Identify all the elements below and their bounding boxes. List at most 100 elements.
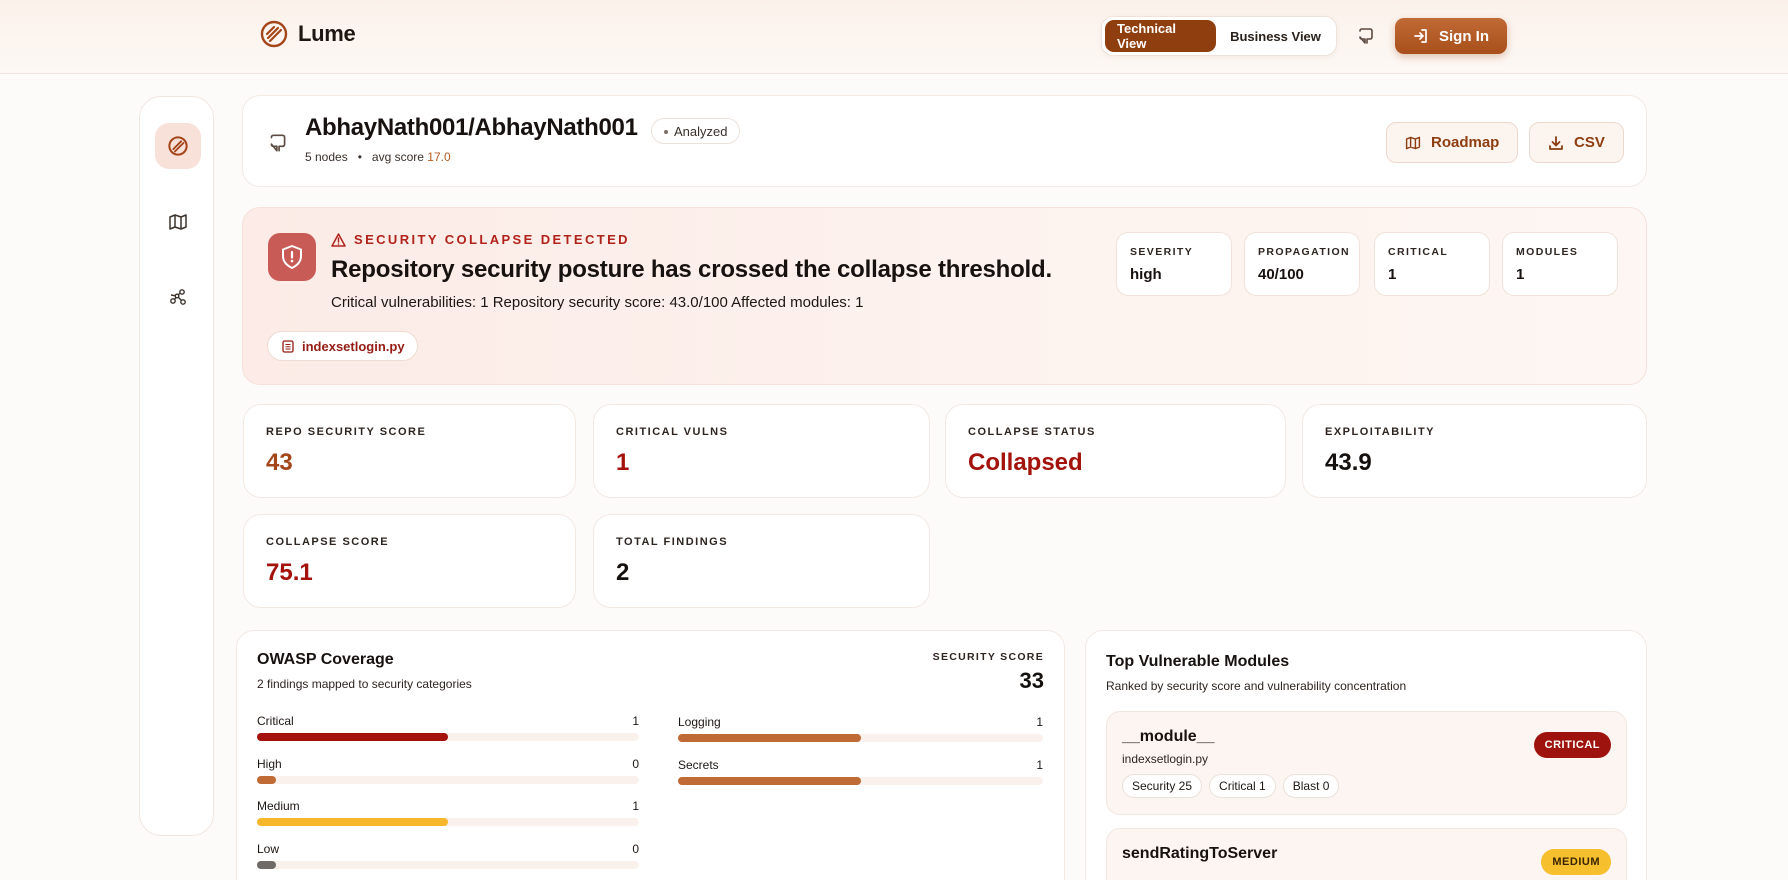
stat-value: 1	[1388, 266, 1397, 283]
bar-track	[257, 776, 639, 784]
bar-label: Secrets	[678, 758, 719, 772]
bar-label: Logging	[678, 715, 721, 729]
stat-label: PROPAGATION	[1258, 246, 1351, 258]
module-tag: Security 25	[1122, 774, 1203, 798]
download-icon	[1549, 135, 1563, 150]
bar-track	[257, 818, 639, 826]
module-tag: Critical 1	[1209, 774, 1276, 798]
module-tags: Security 25 Critical 1 Blast 0	[1122, 774, 1340, 798]
critical-stat: CRITICAL 1	[1374, 232, 1490, 296]
repo-meta: 5 nodes • avg score 17.0	[305, 150, 451, 164]
graph-nodes-icon	[170, 289, 186, 305]
bar-count: 0	[632, 842, 639, 856]
roadmap-button[interactable]: Roadmap	[1386, 122, 1519, 163]
shield-alert-icon	[268, 233, 316, 281]
bar-label: Critical	[257, 714, 294, 728]
sidebar-item-home[interactable]	[155, 123, 201, 169]
bar-count: 1	[632, 799, 639, 813]
bar-count: 1	[632, 714, 639, 728]
map-icon	[169, 214, 187, 230]
bar-count: 0	[632, 757, 639, 771]
module-tag: Blast 0	[1282, 774, 1340, 798]
lume-logo-icon	[260, 20, 288, 48]
severity-stat: SEVERITY high	[1116, 232, 1232, 296]
github-icon[interactable]	[1356, 26, 1376, 46]
bar-fill	[257, 861, 277, 869]
roadmap-label: Roadmap	[1431, 134, 1500, 151]
metric-label: REPO SECURITY SCORE	[266, 426, 427, 438]
owasp-title: OWASP Coverage	[257, 651, 394, 668]
stat-label: MODULES	[1516, 246, 1579, 258]
bar-fill	[257, 733, 448, 741]
module-card[interactable]: __module__ indexsetlogin.py Security 25 …	[1106, 711, 1627, 815]
metric-label: COLLAPSE STATUS	[968, 426, 1096, 438]
stat-value: high	[1130, 266, 1162, 283]
collapse-score-card: COLLAPSE SCORE 75.1	[243, 514, 576, 608]
alert-title: Repository security posture has crossed …	[331, 256, 1052, 283]
bar-label: High	[257, 757, 282, 771]
owasp-coverage-panel: OWASP Coverage 2 findings mapped to secu…	[236, 630, 1065, 880]
stat-value: 40/100	[1258, 266, 1304, 283]
modules-subtitle: Ranked by security score and vulnerabili…	[1106, 679, 1407, 693]
critical-vulns-card: CRITICAL VULNS 1	[593, 404, 930, 498]
map-icon	[1405, 136, 1421, 149]
brand[interactable]: Lume	[260, 20, 356, 48]
sign-in-label: Sign In	[1439, 27, 1489, 45]
module-name: sendRatingToServer	[1122, 845, 1278, 862]
bar-count: 1	[1036, 758, 1043, 772]
bar-fill	[257, 818, 448, 826]
warning-triangle-icon	[331, 232, 346, 247]
collapse-status-card: COLLAPSE STATUS Collapsed	[945, 404, 1286, 498]
bar-label: Medium	[257, 799, 300, 813]
repo-header-card: AbhayNath001/AbhayNath001 Analyzed 5 nod…	[242, 95, 1647, 187]
bar-fill	[257, 776, 277, 784]
total-findings-card: TOTAL FINDINGS 2	[593, 514, 930, 608]
metric-label: CRITICAL VULNS	[616, 426, 729, 438]
affected-file-chip[interactable]: indexsetlogin.py	[267, 331, 418, 361]
metric-value: Collapsed	[968, 449, 1083, 476]
metric-value: 2	[616, 559, 630, 586]
stat-label: CRITICAL	[1388, 246, 1449, 258]
module-file: indexsetlogin.py	[1122, 752, 1209, 766]
metric-value: 43.9	[1325, 449, 1372, 476]
security-score-value: 33	[1019, 668, 1044, 693]
brand-name: Lume	[298, 21, 356, 46]
metric-value: 75.1	[266, 559, 313, 586]
top-vulnerable-modules-panel: Top Vulnerable Modules Ranked by securit…	[1085, 630, 1647, 880]
top-navbar: Lume Technical View Business View Sign I…	[0, 0, 1788, 74]
github-icon	[270, 134, 286, 152]
bar-track	[257, 861, 639, 869]
bar-count: 1	[1036, 715, 1043, 729]
metric-label: COLLAPSE SCORE	[266, 536, 390, 548]
propagation-stat: PROPAGATION 40/100	[1244, 232, 1360, 296]
node-count: 5 nodes	[305, 150, 348, 164]
metric-value: 43	[266, 449, 293, 476]
sidebar	[139, 96, 214, 836]
stat-label: SEVERITY	[1130, 246, 1194, 258]
lume-logo-icon	[168, 136, 188, 156]
avg-score-label: avg score	[371, 150, 424, 164]
severity-badge: CRITICAL	[1533, 732, 1611, 758]
sign-in-button[interactable]: Sign In	[1395, 18, 1507, 54]
business-view-button[interactable]: Business View	[1218, 20, 1333, 52]
avg-score-value: 17.0	[427, 150, 451, 164]
bar-fill	[678, 777, 861, 785]
sidebar-item-graph[interactable]	[155, 274, 201, 320]
bar-fill	[678, 734, 861, 742]
status-badge: Analyzed	[651, 118, 741, 144]
alert-kicker-text: SECURITY COLLAPSE DETECTED	[354, 232, 630, 247]
module-card[interactable]: sendRatingToServer MEDIUM	[1106, 828, 1627, 880]
exploitability-card: EXPLOITABILITY 43.9	[1302, 404, 1647, 498]
severity-badge: MEDIUM	[1541, 849, 1611, 875]
sidebar-item-roadmap[interactable]	[155, 199, 201, 245]
metric-label: TOTAL FINDINGS	[616, 536, 729, 548]
alert-kicker: SECURITY COLLAPSE DETECTED	[331, 232, 630, 247]
file-icon	[282, 339, 294, 353]
metric-value: 1	[616, 449, 630, 476]
technical-view-button[interactable]: Technical View	[1105, 20, 1217, 52]
alert-description: Critical vulnerabilities: 1 Repository s…	[331, 294, 864, 311]
view-toggle: Technical View Business View	[1101, 16, 1337, 56]
repo-security-score-card: REPO SECURITY SCORE 43	[243, 404, 576, 498]
csv-export-button[interactable]: CSV	[1529, 122, 1624, 163]
bar-track	[257, 733, 639, 741]
